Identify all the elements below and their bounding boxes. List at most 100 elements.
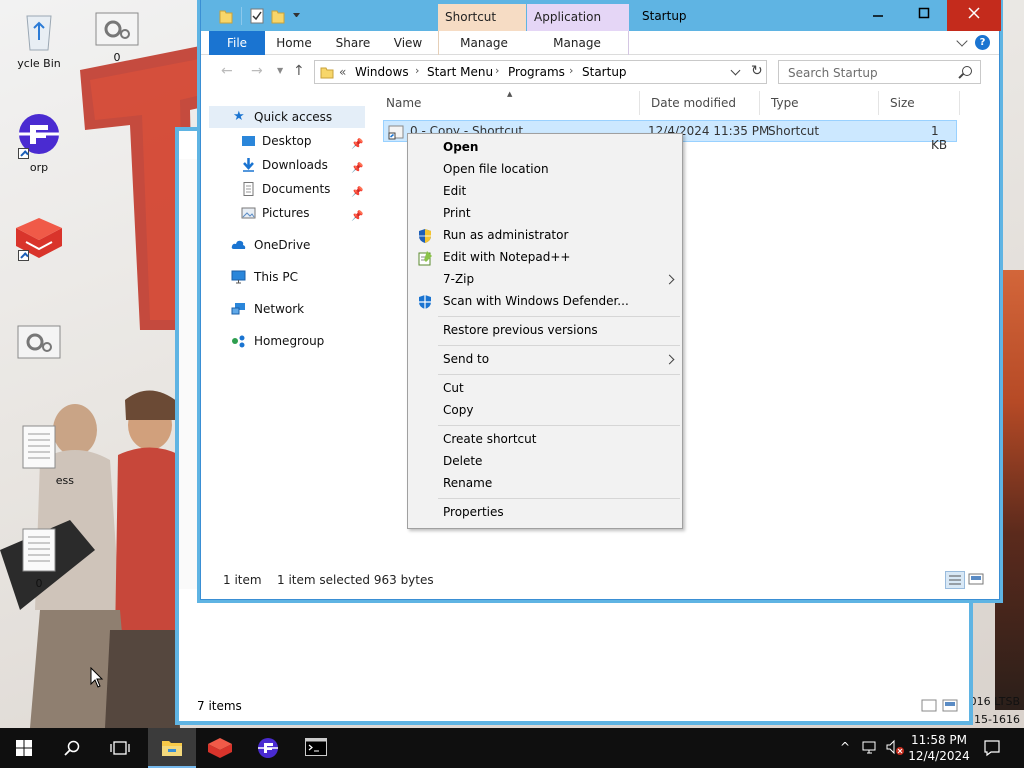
- minimize-button[interactable]: [855, 0, 901, 31]
- menu-item-delete[interactable]: Delete: [410, 451, 680, 473]
- taskbar-app-logo[interactable]: [244, 728, 292, 768]
- desktop-settings-file-icon-2[interactable]: [4, 325, 74, 364]
- tab-file[interactable]: File: [209, 31, 265, 55]
- desktop-recycle-bin-icon[interactable]: ycle Bin: [4, 8, 74, 70]
- back-arrow-icon[interactable]: ←: [221, 63, 233, 79]
- desktop-text-file-icon-2[interactable]: 0: [4, 528, 74, 590]
- task-view-button[interactable]: [96, 728, 144, 768]
- file-context-menu: Open Open file location Edit Print Run a…: [407, 133, 683, 529]
- tab-home[interactable]: Home: [271, 31, 317, 55]
- network-status-icon[interactable]: [862, 740, 880, 756]
- shortcut-arrow-icon: [18, 250, 29, 261]
- menu-item-label: Run as administrator: [443, 228, 569, 242]
- menu-item-open[interactable]: Open: [410, 137, 680, 159]
- watermark-line-1: 016 LTSB: [969, 695, 1020, 708]
- column-header-size[interactable]: Size: [880, 91, 960, 115]
- menu-item-edit-with-notepadpp[interactable]: Edit with Notepad++: [410, 247, 680, 269]
- clock-date: 12/4/2024: [908, 749, 970, 763]
- breadcrumb-start-menu[interactable]: Start Menu: [427, 65, 493, 79]
- expand-ribbon-chevron-icon[interactable]: [956, 35, 968, 47]
- clock[interactable]: 11:58 PM 12/4/2024: [906, 732, 972, 764]
- large-icons-view-button[interactable]: [967, 571, 987, 589]
- menu-item-open-file-location[interactable]: Open file location: [410, 159, 680, 181]
- view-toggle-icon[interactable]: [921, 699, 961, 713]
- homegroup-icon: [232, 335, 245, 348]
- search-button[interactable]: [48, 728, 96, 768]
- tab-manage-application[interactable]: Manage: [527, 31, 627, 55]
- nav-item-documents[interactable]: Documents 📌: [209, 178, 365, 200]
- start-button[interactable]: [0, 728, 48, 768]
- title-bar[interactable]: Shortcut Tools Application Tools Startup: [201, 0, 1001, 51]
- pin-icon[interactable]: 📌: [351, 206, 363, 228]
- nav-label: Quick access: [254, 110, 333, 124]
- nav-item-onedrive[interactable]: OneDrive: [209, 234, 365, 256]
- breadcrumb-programs[interactable]: Programs: [508, 65, 565, 79]
- taskbar-red-app[interactable]: [196, 728, 244, 768]
- breadcrumb-chevron-icon[interactable]: ›: [415, 64, 419, 77]
- nav-item-downloads[interactable]: Downloads 📌: [209, 154, 365, 176]
- new-folder-icon[interactable]: [271, 7, 285, 25]
- column-header-date-modified[interactable]: Date modified: [641, 91, 760, 115]
- context-tab-shortcut-tools[interactable]: Shortcut Tools: [438, 4, 526, 51]
- refresh-icon[interactable]: ↻: [751, 63, 763, 79]
- menu-item-restore-previous-versions[interactable]: Restore previous versions: [410, 320, 680, 342]
- taskbar-command-prompt[interactable]: [292, 728, 340, 768]
- menu-item-run-as-administrator[interactable]: Run as administrator: [410, 225, 680, 247]
- close-button[interactable]: [947, 0, 1001, 31]
- search-box[interactable]: Search Startup: [778, 60, 981, 84]
- menu-item-cut[interactable]: Cut: [410, 378, 680, 400]
- pin-icon[interactable]: 📌: [351, 134, 363, 156]
- customize-qa-dropdown-icon[interactable]: [293, 13, 300, 18]
- breadcrumb-windows[interactable]: Windows: [355, 65, 409, 79]
- address-dropdown-icon[interactable]: [730, 65, 741, 76]
- show-hidden-icons-icon[interactable]: ^: [840, 740, 850, 754]
- menu-item-copy[interactable]: Copy: [410, 400, 680, 422]
- maximize-button[interactable]: [901, 0, 947, 31]
- nav-item-pictures[interactable]: Pictures 📌: [209, 202, 365, 224]
- properties-check-icon[interactable]: [250, 7, 264, 25]
- menu-item-properties[interactable]: Properties: [410, 502, 680, 524]
- taskbar-file-explorer[interactable]: [148, 728, 196, 768]
- background-status-text: 7 items: [197, 699, 242, 713]
- column-header-name[interactable]: Name: [376, 91, 640, 115]
- recent-locations-dropdown-icon[interactable]: ▼: [277, 66, 283, 75]
- up-arrow-icon[interactable]: ↑: [293, 63, 305, 79]
- nav-item-homegroup[interactable]: Homegroup: [209, 330, 365, 352]
- breadcrumb-chevron-icon[interactable]: ›: [569, 64, 573, 77]
- action-center-icon[interactable]: [983, 739, 1001, 757]
- desktop-red-app-shortcut-icon[interactable]: [4, 218, 74, 265]
- breadcrumb-overflow[interactable]: «: [339, 65, 346, 79]
- folder-icon: [219, 10, 233, 24]
- submenu-chevron-icon: [664, 274, 675, 285]
- pin-icon[interactable]: 📌: [351, 182, 363, 204]
- menu-item-print[interactable]: Print: [410, 203, 680, 225]
- tab-manage-shortcut[interactable]: Manage: [441, 31, 527, 55]
- context-tab-application-tools[interactable]: Application Tools: [527, 4, 629, 51]
- nav-item-this-pc[interactable]: This PC: [209, 266, 365, 288]
- breadcrumb-chevron-icon[interactable]: ›: [495, 64, 499, 77]
- desktop-app-shortcut-icon[interactable]: orp: [4, 112, 74, 174]
- pin-icon[interactable]: 📌: [351, 158, 363, 180]
- breadcrumb-startup[interactable]: Startup: [582, 65, 627, 79]
- menu-item-create-shortcut[interactable]: Create shortcut: [410, 429, 680, 451]
- nav-item-quick-access[interactable]: ★ Quick access: [209, 106, 365, 128]
- menu-item-rename[interactable]: Rename: [410, 473, 680, 495]
- menu-item-scan-with-defender[interactable]: Scan with Windows Defender...: [410, 291, 680, 313]
- desktop-text-file-icon[interactable]: ess: [4, 425, 74, 487]
- menu-item-send-to[interactable]: Send to: [410, 349, 680, 371]
- tab-share[interactable]: Share: [329, 31, 377, 55]
- details-view-button[interactable]: [945, 571, 965, 589]
- forward-arrow-icon[interactable]: →: [251, 63, 263, 79]
- menu-item-label: Delete: [443, 454, 483, 468]
- menu-item-7zip[interactable]: 7-Zip: [410, 269, 680, 291]
- desktop-icon-label: 0: [35, 577, 43, 590]
- column-header-type[interactable]: Type: [761, 91, 879, 115]
- address-bar[interactable]: « Windows › Start Menu › Programs › Star…: [314, 60, 767, 84]
- menu-item-edit[interactable]: Edit: [410, 181, 680, 203]
- tab-view[interactable]: View: [387, 31, 429, 55]
- volume-muted-icon[interactable]: [885, 739, 905, 757]
- desktop-settings-file-icon[interactable]: 0: [82, 12, 152, 64]
- nav-item-network[interactable]: Network: [209, 298, 365, 320]
- help-icon[interactable]: ?: [975, 35, 990, 50]
- nav-item-desktop[interactable]: Desktop 📌: [209, 130, 365, 152]
